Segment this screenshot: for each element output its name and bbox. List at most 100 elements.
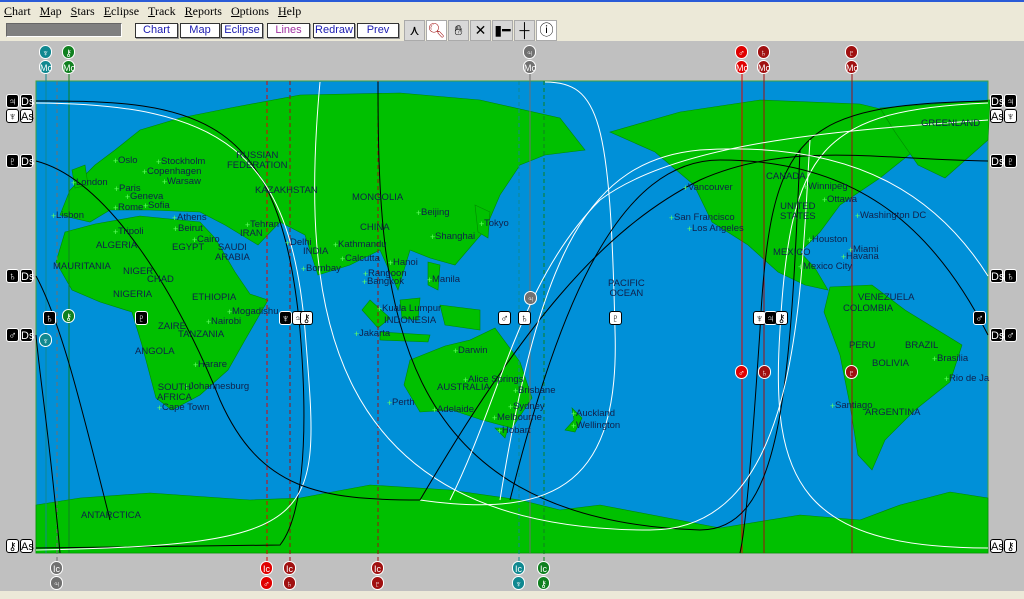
- top-angle-marker[interactable]: Mc: [523, 60, 536, 74]
- city-label: Hanoi: [393, 257, 418, 268]
- right-angle-label[interactable]: Ds: [990, 328, 1004, 342]
- top-planet-marker[interactable]: ♆: [39, 45, 52, 59]
- right-angle-label[interactable]: As: [990, 539, 1004, 553]
- zoom-icon[interactable]: 🔍︎: [426, 20, 447, 41]
- right-angle-label[interactable]: As: [990, 109, 1004, 123]
- bottom-angle-marker[interactable]: Ic: [371, 561, 384, 575]
- map-planet-glyph[interactable]: ♄: [43, 311, 56, 325]
- map-button[interactable]: Map: [180, 23, 220, 38]
- region-label: VENEZUELA: [858, 292, 915, 303]
- region-label: GREENLAND: [921, 118, 981, 129]
- right-angle-label[interactable]: Ds: [990, 269, 1004, 283]
- top-angle-marker[interactable]: Mc: [845, 60, 858, 74]
- top-planet-marker[interactable]: ⚷: [62, 45, 75, 59]
- region-label: UNITED STATES: [780, 201, 816, 222]
- right-planet-label[interactable]: ⚷: [1004, 539, 1017, 553]
- menu-reports[interactable]: Reports: [181, 2, 227, 19]
- map-planet-marker[interactable]: ♂: [735, 365, 748, 379]
- world-map[interactable]: + +++++++ ++ ++++++ ++ ++ ++++++++++++++++++ ++…: [0, 41, 1024, 591]
- menu-eclipse[interactable]: Eclipse: [100, 2, 144, 19]
- top-planet-marker[interactable]: ♄: [757, 45, 770, 59]
- top-planet-marker[interactable]: ♇: [845, 45, 858, 59]
- top-angle-marker[interactable]: Mc: [39, 60, 52, 74]
- bottom-angle-marker[interactable]: Ic: [283, 561, 296, 575]
- region-label: MAURITANIA: [53, 261, 111, 272]
- bottom-planet-marker[interactable]: ♃: [50, 576, 63, 590]
- left-angle-label[interactable]: Ds: [20, 328, 34, 342]
- bottom-angle-marker[interactable]: Ic: [260, 561, 273, 575]
- eclipse-button[interactable]: Eclipse: [221, 23, 263, 38]
- right-planet-label[interactable]: ♃: [1004, 94, 1017, 108]
- city-label: Oslo: [118, 155, 138, 166]
- region-label: IRAN: [240, 228, 263, 239]
- map-planet-marker[interactable]: ♄: [758, 365, 771, 379]
- left-planet-label[interactable]: ♄: [6, 269, 19, 283]
- left-angle-label[interactable]: As: [20, 109, 34, 123]
- prev-button[interactable]: Prev: [357, 23, 399, 38]
- bottom-angle-marker[interactable]: Ic: [537, 561, 550, 575]
- top-angle-marker[interactable]: Mc: [757, 60, 770, 74]
- menu-help[interactable]: Help: [274, 2, 306, 19]
- map-planet-glyph[interactable]: ♄: [518, 311, 531, 325]
- right-angle-label[interactable]: Ds: [990, 94, 1004, 108]
- map-planet-glyph[interactable]: ⚷: [775, 311, 788, 325]
- map-planet-marker[interactable]: ⚷: [62, 309, 75, 323]
- bottom-planet-marker[interactable]: ⚷: [537, 576, 550, 590]
- city-label: Calcutta: [345, 253, 380, 264]
- map-planet-marker[interactable]: ♃: [524, 291, 537, 305]
- right-planet-label[interactable]: ♂: [1004, 328, 1017, 342]
- pan-hand-icon[interactable]: ✋︎: [448, 20, 469, 41]
- top-angle-marker[interactable]: Mc: [735, 60, 748, 74]
- lines-button[interactable]: Lines: [267, 23, 310, 38]
- region-label: ANGOLA: [135, 346, 175, 357]
- menu-stars[interactable]: Stars: [67, 2, 100, 19]
- bottom-planet-marker[interactable]: ♂: [260, 576, 273, 590]
- bottom-angle-marker[interactable]: Ic: [50, 561, 63, 575]
- map-planet-glyph[interactable]: ♂: [973, 311, 986, 325]
- left-planet-label[interactable]: ♆: [6, 109, 19, 123]
- chart-button[interactable]: Chart: [135, 23, 178, 38]
- map-planet-marker[interactable]: ♆: [39, 333, 52, 347]
- person-icon[interactable]: ⋏: [404, 20, 425, 41]
- map-planet-glyph[interactable]: ♇: [135, 311, 148, 325]
- slider-icon[interactable]: ▮━: [492, 20, 513, 41]
- left-planet-label[interactable]: ⚷: [6, 539, 19, 553]
- menu-options[interactable]: Options: [227, 2, 274, 19]
- redraw-button[interactable]: Redraw: [313, 23, 355, 38]
- left-angle-label[interactable]: Ds: [20, 94, 34, 108]
- left-planet-label[interactable]: ♂: [6, 328, 19, 342]
- map-canvas[interactable]: + + + + + + + + + + + + + + + + + + + + + + + + + + + + + + + + + + + + + + + +…: [0, 41, 1024, 591]
- left-planet-label[interactable]: ♃: [6, 94, 19, 108]
- left-angle-label[interactable]: Ds: [20, 269, 34, 283]
- map-planet-glyph[interactable]: ♂: [498, 311, 511, 325]
- map-planet-marker[interactable]: ♇: [845, 365, 858, 379]
- bottom-planet-marker[interactable]: ♄: [283, 576, 296, 590]
- top-planet-marker[interactable]: ♂: [735, 45, 748, 59]
- top-angle-marker[interactable]: Mc: [62, 60, 75, 74]
- right-planet-label[interactable]: ♄: [1004, 269, 1017, 283]
- map-planet-glyph[interactable]: ⚷: [300, 311, 313, 325]
- region-label: RUSSIAN FEDERATION: [227, 150, 288, 171]
- cross-icon[interactable]: ✕: [470, 20, 491, 41]
- map-planet-glyph[interactable]: ♇: [609, 311, 622, 325]
- city-label: Bombay: [306, 263, 341, 274]
- right-planet-label[interactable]: ♆: [1004, 109, 1017, 123]
- bottom-planet-marker[interactable]: ♆: [512, 576, 525, 590]
- left-angle-label[interactable]: Ds: [20, 154, 34, 168]
- menu-track[interactable]: Track: [144, 2, 181, 19]
- left-planet-label[interactable]: ♇: [6, 154, 19, 168]
- menu-chart[interactable]: Chart: [0, 2, 36, 19]
- right-angle-label[interactable]: Ds: [990, 154, 1004, 168]
- map-planet-glyph[interactable]: ♆: [279, 311, 292, 325]
- top-planet-marker[interactable]: ♃: [523, 45, 536, 59]
- menu-map[interactable]: Map: [36, 2, 67, 19]
- region-label: NIGERIA: [113, 289, 153, 300]
- left-angle-label[interactable]: As: [20, 539, 34, 553]
- info-icon[interactable]: ⓘ: [536, 20, 557, 41]
- bottom-planet-marker[interactable]: ♇: [371, 576, 384, 590]
- right-planet-label[interactable]: ♇: [1004, 154, 1017, 168]
- crosshair-icon[interactable]: ┼: [514, 20, 535, 41]
- bottom-angle-marker[interactable]: Ic: [512, 561, 525, 575]
- city-label: Athens: [177, 212, 207, 223]
- toolbar: Chart Map Eclipse Lines Redraw Prev ⋏ 🔍︎…: [0, 20, 1024, 41]
